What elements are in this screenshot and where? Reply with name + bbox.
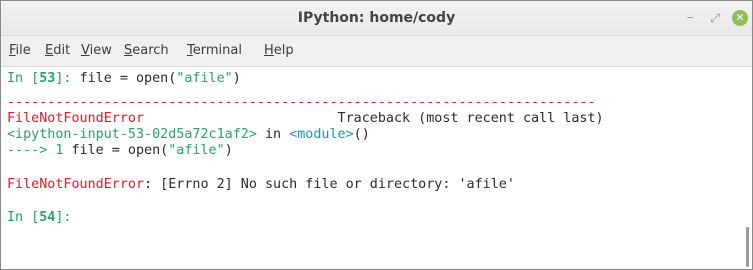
menu-help[interactable]: Help (264, 36, 294, 66)
traceback-location: <ipython-input-53-02d5a72c1af2> in <modu… (7, 127, 370, 142)
window-title: IPython: home/cody (297, 10, 456, 26)
menu-edit[interactable]: Edit (45, 36, 70, 66)
menu-file[interactable]: File (9, 36, 31, 66)
maximize-icon[interactable]: ⤢ (707, 11, 723, 25)
error-message: FileNotFoundError: [Errno 2] No such fil… (7, 177, 515, 192)
scrollbar[interactable] (746, 227, 749, 267)
terminal-window: IPython: home/cody – ⤢ ✕ File Edit View … (0, 0, 753, 270)
traceback-code-line: ----> 1 file = open("afile") (7, 143, 233, 158)
menu-bar: File Edit View Search Terminal Help (1, 36, 752, 67)
menu-terminal[interactable]: Terminal (187, 36, 242, 66)
traceback-header: FileNotFoundError Traceback (most recent… (7, 111, 604, 126)
traceback-separator: ----------------------------------------… (7, 95, 596, 110)
input-prompt-54: In [54]: (7, 210, 72, 225)
title-bar[interactable]: IPython: home/cody – ⤢ ✕ (1, 1, 752, 36)
menu-search[interactable]: Search (124, 36, 169, 66)
input-prompt-53: In [53]: file = open("afile") (7, 71, 241, 86)
minimize-icon[interactable]: – (682, 11, 698, 25)
terminal-output[interactable]: In [53]: file = open("afile") ----------… (1, 67, 752, 269)
close-icon[interactable]: ✕ (732, 10, 748, 26)
menu-view[interactable]: View (81, 36, 112, 66)
